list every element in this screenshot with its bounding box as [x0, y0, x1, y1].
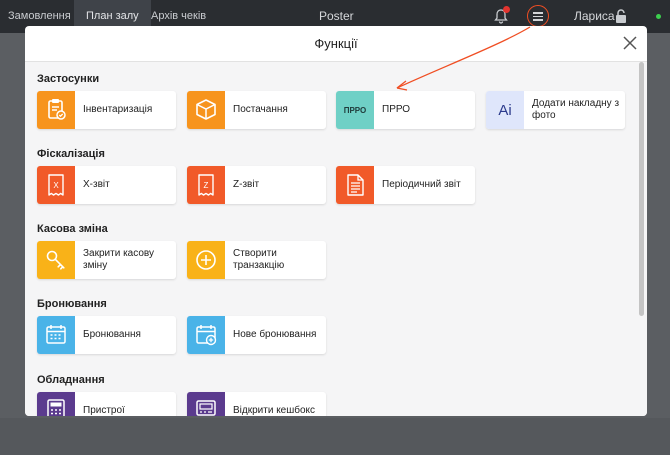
background-strip [0, 418, 670, 455]
z-report-label: Z-звіт [233, 179, 260, 190]
create-transaction-label: Створити транзакцію [233, 248, 285, 271]
prro-button[interactable]: ПРРО ПРРО [336, 91, 475, 129]
open-cashbox-button[interactable]: Відкрити кешбокс [187, 392, 326, 416]
x-receipt-icon-text: X [53, 181, 59, 190]
close-cash-shift-label: Закрити касову зміну [83, 248, 154, 271]
ai-icon-text: Ai [498, 101, 512, 119]
z-receipt-icon: Z [187, 166, 225, 204]
calendar-icon [37, 316, 75, 354]
prro-icon-text: ПРРО [343, 105, 367, 115]
notification-badge [503, 6, 510, 13]
new-booking-label: Нове бронювання [233, 329, 317, 340]
booking-button[interactable]: Бронювання [37, 316, 176, 354]
calendar-plus-icon [187, 316, 225, 354]
section-title-booking: Бронювання [37, 298, 107, 310]
close-cash-shift-button[interactable]: Закрити касову зміну [37, 241, 176, 279]
booking-label: Бронювання [83, 329, 141, 340]
modal-header: Функції [25, 26, 647, 62]
section-title-cash-shift: Касова зміна [37, 223, 108, 235]
periodic-report-button[interactable]: Періодичний звіт [336, 166, 475, 204]
section-title-apps: Застосунки [37, 73, 100, 85]
periodic-report-label: Періодичний звіт [382, 179, 461, 190]
x-receipt-icon: X [37, 166, 75, 204]
calculator-icon [37, 392, 75, 416]
online-status-dot [656, 14, 661, 19]
open-cashbox-label: Відкрити кешбокс [233, 405, 316, 416]
hamburger-icon [533, 12, 543, 14]
supply-label: Постачання [233, 104, 288, 115]
section-title-equipment: Обладнання [37, 374, 105, 386]
x-report-button[interactable]: X X-звіт [37, 166, 176, 204]
cashbox-icon [187, 392, 225, 416]
plus-circle-icon [187, 241, 225, 279]
ai-icon: Ai [486, 91, 524, 129]
key-icon [37, 241, 75, 279]
devices-label: Пристрої [83, 405, 125, 416]
z-receipt-icon-text: Z [204, 181, 209, 190]
new-booking-button[interactable]: Нове бронювання [187, 316, 326, 354]
inventory-label: Інвентаризація [83, 104, 153, 115]
clipboard-icon [37, 91, 75, 129]
modal-title: Функції [314, 36, 358, 51]
modal-body: Застосунки Інвентаризація Постачання ПРР… [25, 62, 647, 416]
prro-icon: ПРРО [336, 91, 374, 129]
hamburger-icon [533, 19, 543, 21]
menu-button[interactable] [527, 5, 549, 27]
supply-button[interactable]: Постачання [187, 91, 326, 129]
z-report-button[interactable]: Z Z-звіт [187, 166, 326, 204]
prro-label: ПРРО [382, 104, 411, 115]
add-invoice-photo-label: Додати накладну з фото [532, 98, 620, 121]
create-transaction-button[interactable]: Створити транзакцію [187, 241, 326, 279]
inventory-button[interactable]: Інвентаризація [37, 91, 176, 129]
functions-modal: Функції Застосунки Інвентаризація Постач… [25, 26, 647, 416]
lock-icon[interactable] [615, 9, 627, 24]
scrollbar[interactable] [639, 62, 644, 316]
document-icon [336, 166, 374, 204]
close-icon[interactable] [623, 36, 637, 50]
add-invoice-photo-button[interactable]: Ai Додати накладну з фото [486, 91, 625, 129]
box-icon [187, 91, 225, 129]
x-report-label: X-звіт [83, 179, 110, 190]
devices-button[interactable]: Пристрої [37, 392, 176, 416]
section-title-fiscalization: Фіскалізація [37, 148, 105, 160]
hamburger-icon [533, 15, 543, 17]
